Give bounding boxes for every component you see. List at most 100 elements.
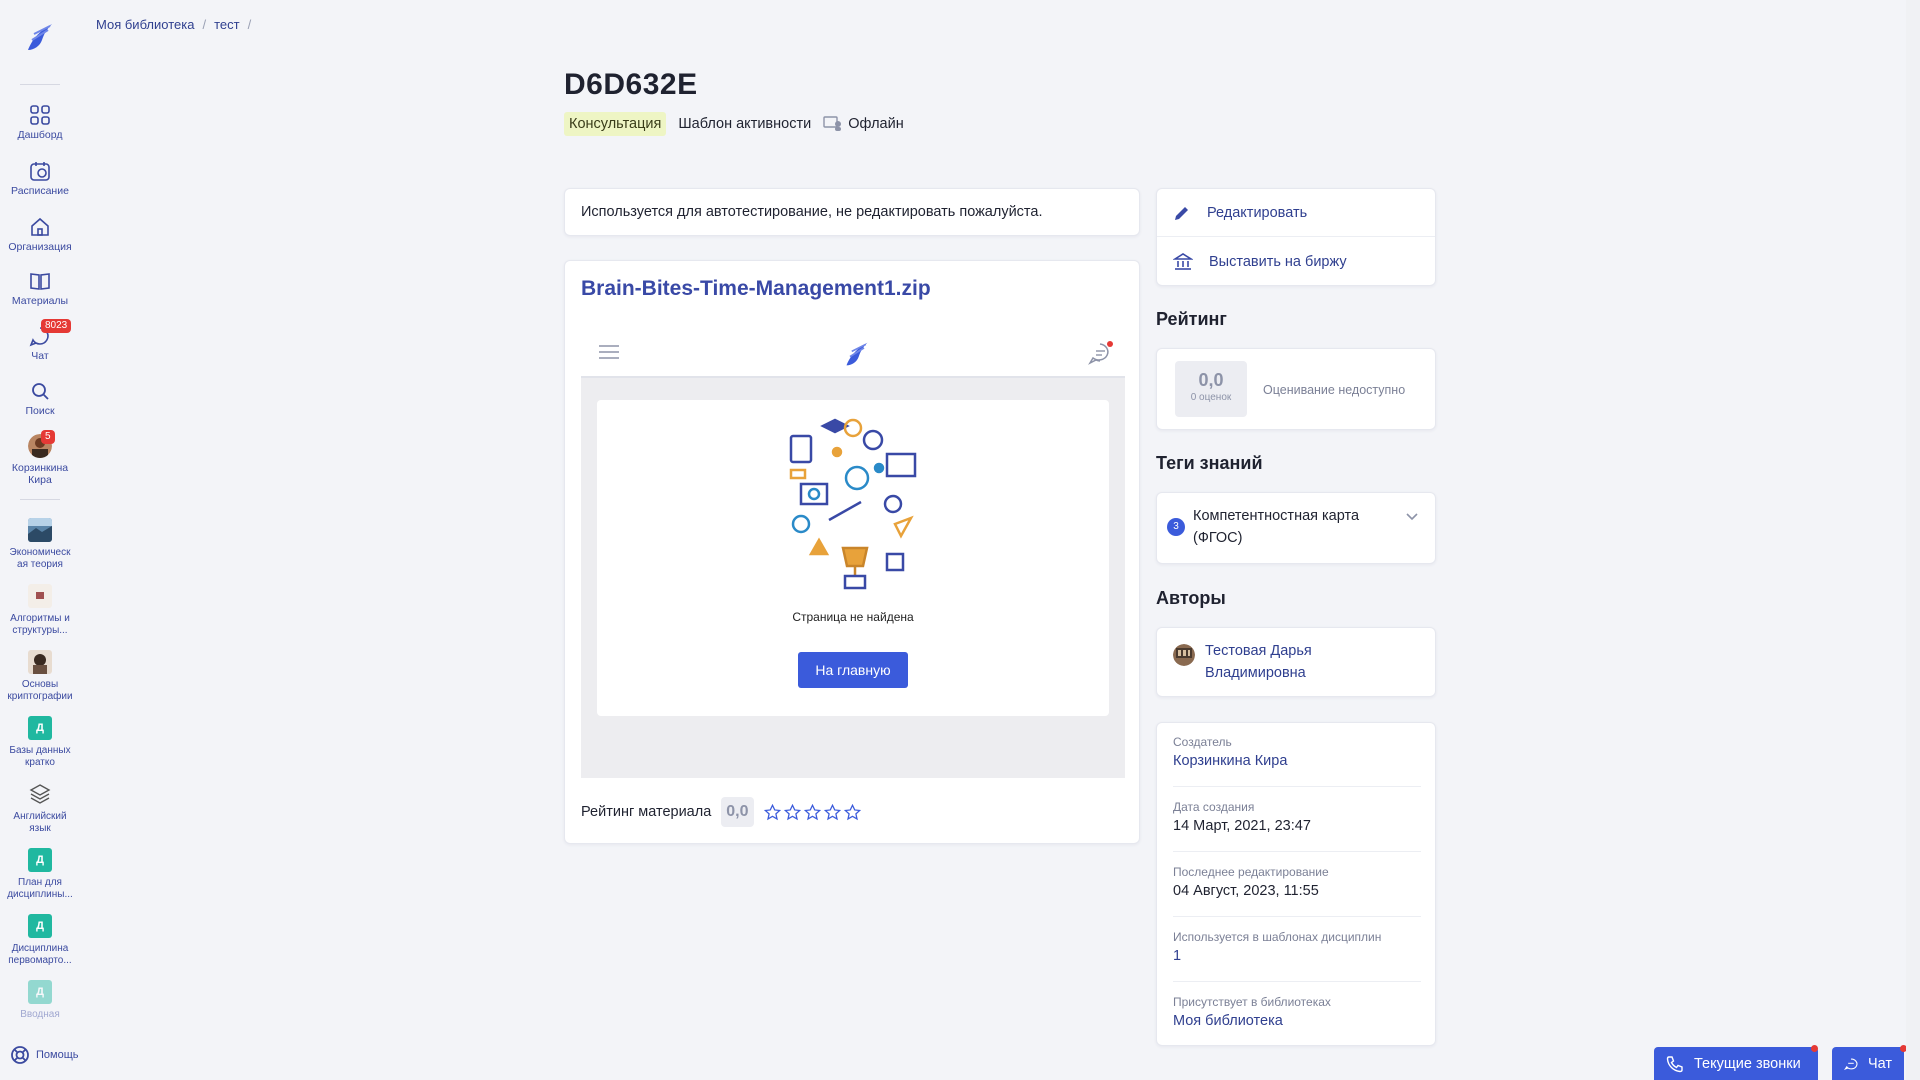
exchange-button[interactable]: Выставить на биржу (1157, 238, 1435, 286)
chat-button[interactable]: Чат (1832, 1047, 1904, 1080)
course-label: язык (29, 823, 51, 834)
course-thumbnail (28, 650, 52, 674)
author-link[interactable]: Тестовая Дарья Владимировна (1205, 640, 1405, 684)
sidebar: Дашборд Расписание Организация Материалы… (0, 0, 80, 1080)
rating-count: 0 оценок (1190, 392, 1232, 403)
edit-button[interactable]: Редактировать (1157, 189, 1435, 237)
used-link[interactable]: 1 (1173, 948, 1421, 964)
breadcrumb-item[interactable]: Моя библиотека (96, 17, 194, 32)
sidebar-item-label: Организация (8, 241, 72, 253)
divider (1173, 786, 1421, 787)
sidebar-course[interactable]: Английский язык (0, 782, 80, 835)
course-label: Основы (21, 679, 59, 690)
creator-label: Создатель (1173, 735, 1232, 749)
sidebar-course[interactable]: Д Вводная (0, 980, 80, 1021)
course-label: Вводная (20, 1009, 60, 1020)
sidebar-item-schedule[interactable]: Расписание (0, 160, 80, 197)
info-card: Создатель Корзинкина Кира Дата создания … (1156, 722, 1436, 1046)
course-label: Английский (13, 811, 67, 822)
book-icon (30, 273, 50, 290)
sidebar-item-dashboard[interactable]: Дашборд (0, 104, 80, 141)
libraries-link[interactable]: Моя библиотека (1173, 1013, 1421, 1029)
sidebar-item-search[interactable]: Поиск (0, 380, 80, 417)
edited-label: Последнее редактирование (1173, 865, 1329, 879)
authors-heading: Авторы (1156, 588, 1226, 608)
breadcrumb-item[interactable]: тест (214, 17, 240, 32)
layers-icon (29, 784, 51, 804)
sidebar-course[interactable]: Основы криптографии (0, 650, 80, 703)
search-icon (32, 383, 49, 400)
sidebar-item-label: Корзинкина (11, 462, 69, 474)
sidebar-divider (20, 84, 60, 85)
material-rating-score: 0,0 (721, 797, 754, 827)
chat-label: Чат (1867, 1055, 1892, 1072)
description-text: Используется для автотестирование, не ре… (581, 204, 1043, 220)
rating-card: 0,0 0 оценок Оценивание недоступно (1156, 348, 1436, 430)
sidebar-item-label: Расписание (11, 185, 69, 197)
course-letter-tile: Д (28, 848, 52, 872)
creator-link[interactable]: Корзинкина Кира (1173, 753, 1421, 769)
material-rating-label: Рейтинг материала (581, 804, 712, 820)
star-icon[interactable] (843, 803, 861, 821)
activity-meta: Консультация Шаблон активности Офлайн (564, 112, 904, 136)
format-text: Офлайн (848, 116, 904, 132)
bank-icon (1173, 253, 1193, 270)
activity-template-label: Шаблон активности (678, 116, 812, 132)
sidebar-item-chat[interactable]: Чат 8023 (0, 319, 80, 362)
star-icon[interactable] (803, 803, 821, 821)
knowledge-tags-card[interactable]: 3 Компетентностная карта (ФГОС) (1156, 492, 1436, 564)
sidebar-course[interactable]: Экономическ ая теория (0, 518, 80, 571)
current-calls-button[interactable]: Текущие звонки (1654, 1047, 1818, 1080)
sidebar-item-profile[interactable]: 5 Корзинкина Кира (0, 430, 80, 486)
menu-icon[interactable] (599, 345, 619, 359)
calendar-icon (30, 162, 50, 181)
help-link[interactable]: Помощь (10, 1045, 79, 1065)
course-label: Экономическ (9, 547, 71, 558)
star-icon[interactable] (823, 803, 841, 821)
course-label: кратко (25, 757, 55, 768)
preview-topbar (581, 326, 1125, 378)
star-icon[interactable] (783, 803, 801, 821)
material-card: Brain-Bites-Time-Management1.zip Страниц… (564, 260, 1140, 844)
sidebar-course[interactable]: Д План для дисциплины... (0, 848, 80, 901)
tag-name-line: (ФГОС) (1193, 530, 1243, 546)
star-icon[interactable] (763, 803, 781, 821)
scrollbar[interactable] (1906, 0, 1920, 1080)
chat-count-badge: 8023 (41, 319, 72, 333)
sidebar-item-materials[interactable]: Материалы (0, 270, 80, 307)
breadcrumb-separator: / (202, 17, 207, 32)
star-rating[interactable] (763, 803, 861, 821)
logo-icon (846, 342, 868, 366)
created-label: Дата создания (1173, 800, 1255, 814)
sidebar-course[interactable]: Алгоритмы и структуры... (0, 584, 80, 637)
rating-status: Оценивание недоступно (1263, 383, 1406, 397)
logo-icon[interactable] (24, 20, 56, 54)
divider (1173, 916, 1421, 917)
file-name-link[interactable]: Brain-Bites-Time-Management1.zip (581, 277, 931, 301)
go-home-button[interactable]: На главную (798, 652, 908, 688)
tag-name: Компетентностная карта (ФГОС) (1193, 505, 1393, 549)
course-letter-tile: Д (28, 914, 52, 938)
author-name-line: Владимировна (1205, 665, 1306, 681)
edit-label: Редактировать (1207, 204, 1308, 221)
sidebar-item-organization[interactable]: Организация (0, 216, 80, 253)
sidebar-course[interactable]: Д Базы данных кратко (0, 716, 80, 769)
edited-value: 04 Август, 2023, 11:55 (1173, 883, 1319, 899)
knowledge-tags-heading: Теги знаний (1156, 453, 1263, 473)
course-label: первомарто... (8, 955, 72, 966)
course-thumbnail (28, 584, 52, 608)
home-icon (31, 217, 49, 236)
offline-icon (823, 116, 842, 131)
sidebar-course[interactable]: Д Дисциплина первомарто... (0, 914, 80, 967)
not-found-text: Страница не найдена (792, 610, 914, 624)
rating-heading: Рейтинг (1156, 309, 1227, 329)
chevron-down-icon[interactable] (1405, 511, 1419, 521)
course-label: План для (18, 877, 62, 888)
edited-row: Последнее редактирование 04 Август, 2023… (1173, 865, 1421, 899)
course-label: Дисциплина (11, 943, 69, 954)
sidebar-item-label: Дашборд (17, 129, 63, 141)
used-row: Используется в шаблонах дисциплин 1 (1173, 930, 1421, 964)
tag-count-badge: 3 (1167, 518, 1185, 536)
chat-icon[interactable] (1088, 341, 1114, 365)
authors-card: Тестовая Дарья Владимировна (1156, 627, 1436, 697)
